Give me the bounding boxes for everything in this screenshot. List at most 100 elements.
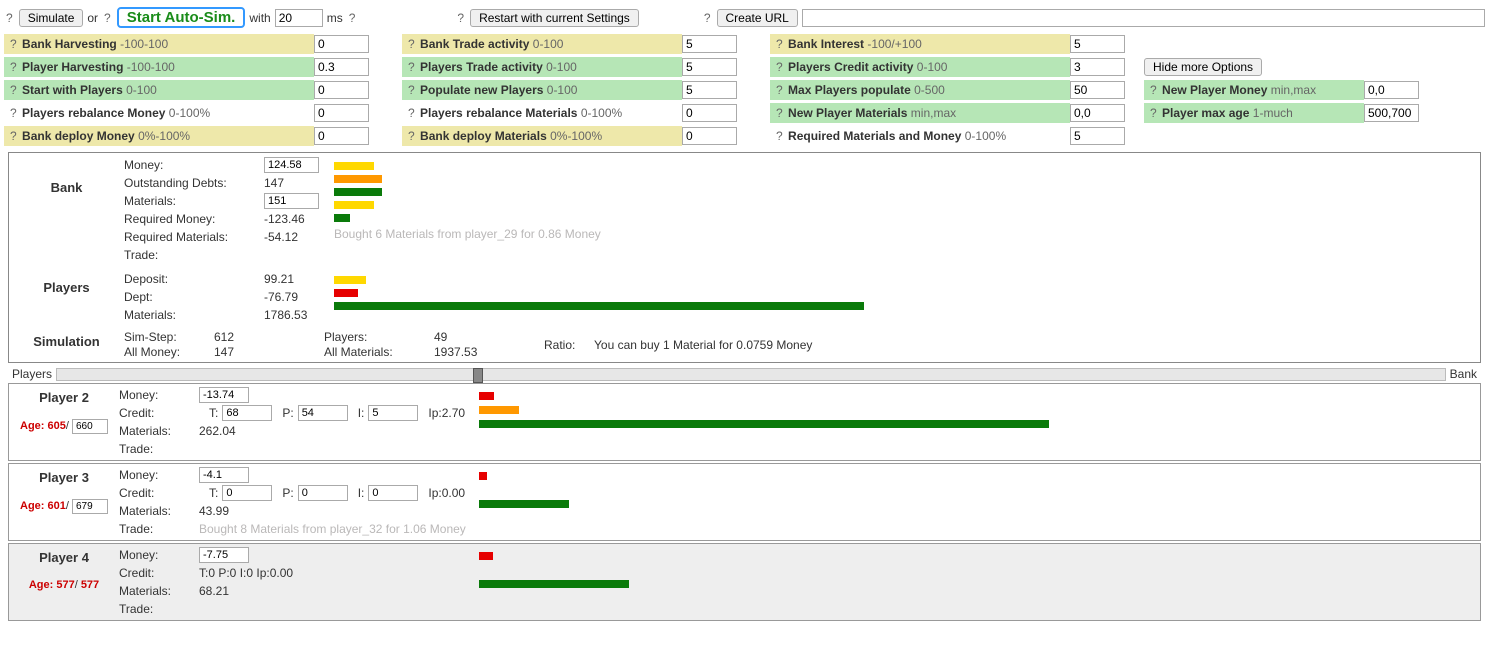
- ms-input[interactable]: [275, 9, 323, 27]
- bank-title: Bank: [9, 156, 124, 264]
- players-title: Players: [9, 270, 124, 324]
- bank-req-money-label: Required Money:: [124, 212, 264, 226]
- players-credit-label: ? Players Credit activity 0-100: [770, 57, 1070, 77]
- sim-players-label: Players:: [324, 330, 434, 344]
- player-materials-bar: [479, 500, 569, 508]
- bank-deploy-materials-input[interactable]: [682, 127, 737, 145]
- required-mat-money-label: ? Required Materials and Money 0-100%: [770, 126, 1070, 146]
- bank-money-label: Money:: [124, 158, 264, 172]
- start-players-input[interactable]: [314, 81, 369, 99]
- players-trade-input[interactable]: [682, 58, 737, 76]
- player-max-age-label: ? Player max age 1-much: [1144, 103, 1364, 123]
- bank-debts-bar: [334, 175, 382, 183]
- player-credit-label: Credit:: [119, 566, 199, 580]
- player-materials-label: Materials:: [119, 584, 199, 598]
- bank-trade-label: Trade:: [124, 248, 264, 262]
- sim-allmat-label: All Materials:: [324, 345, 434, 359]
- create-url-button[interactable]: Create URL: [717, 9, 798, 27]
- player-credit-bar: [479, 406, 519, 414]
- players-bank-slider[interactable]: [56, 368, 1446, 381]
- bank-harvesting-input[interactable]: [314, 35, 369, 53]
- bank-deploy-money-input[interactable]: [314, 127, 369, 145]
- bank-deploy-money-label: ? Bank deploy Money 0%-100%: [4, 126, 314, 146]
- player-money-bar: [479, 472, 487, 480]
- slider-thumb[interactable]: [473, 368, 483, 383]
- sim-players-value: 49: [434, 330, 504, 344]
- player-age-max-input[interactable]: [72, 499, 108, 514]
- simulate-button[interactable]: Simulate: [19, 9, 84, 27]
- player-materials-label: Materials:: [119, 504, 199, 518]
- bank-money-input[interactable]: [264, 157, 319, 173]
- player-credit-p-input[interactable]: [298, 405, 348, 421]
- rebalance-materials-label: ? Players rebalance Materials 0-100%: [402, 103, 682, 123]
- max-players-label: ? Max Players populate 0-500: [770, 80, 1070, 100]
- sim-allmoney-label: All Money:: [124, 345, 214, 359]
- player-card: Player 2Age: 605/ Money:Credit:T:P:I:Ip:…: [8, 383, 1481, 461]
- settings-grid: ? Bank Harvesting -100-100 ? Bank Trade …: [4, 34, 1485, 146]
- player-name: Player 4: [9, 550, 119, 565]
- bank-trade-message: Bought 6 Materials from player_29 for 0.…: [334, 227, 1480, 241]
- or-label: or: [87, 11, 98, 25]
- player-money-label: Money:: [119, 548, 199, 562]
- sim-ratio-value: You can buy 1 Material for 0.0759 Money: [594, 338, 1480, 352]
- player-credit-i-input[interactable]: [368, 485, 418, 501]
- bank-trade-label: ? Bank Trade activity 0-100: [402, 34, 682, 54]
- populate-input[interactable]: [682, 81, 737, 99]
- help-icon[interactable]: ?: [702, 11, 713, 25]
- player-credit-i-input[interactable]: [368, 405, 418, 421]
- max-players-input[interactable]: [1070, 81, 1125, 99]
- restart-button[interactable]: Restart with current Settings: [470, 9, 639, 27]
- required-mat-money-input[interactable]: [1070, 127, 1125, 145]
- player-money-bar: [479, 392, 494, 400]
- slider-players-label: Players: [8, 367, 56, 381]
- player-money-input[interactable]: [199, 387, 249, 403]
- help-icon[interactable]: ?: [102, 11, 113, 25]
- url-input[interactable]: [802, 9, 1485, 27]
- bank-req-mat-label: Required Materials:: [124, 230, 264, 244]
- player-materials-value: 262.04: [199, 424, 236, 438]
- help-icon[interactable]: ?: [347, 11, 358, 25]
- players-credit-input[interactable]: [1070, 58, 1125, 76]
- players-trade-label: ? Players Trade activity 0-100: [402, 57, 682, 77]
- bank-trade-input[interactable]: [682, 35, 737, 53]
- player-credit-t-input[interactable]: [222, 485, 272, 501]
- player-money-input[interactable]: [199, 547, 249, 563]
- player-money-label: Money:: [119, 388, 199, 402]
- player-name: Player 3: [9, 470, 119, 485]
- players-dept-value: -76.79: [264, 290, 298, 304]
- bank-interest-input[interactable]: [1070, 35, 1125, 53]
- player-materials-value: 43.99: [199, 504, 229, 518]
- player-trade-label: Trade:: [119, 442, 199, 456]
- player-age-max-input[interactable]: [72, 419, 108, 434]
- player-credit-t-input[interactable]: [222, 405, 272, 421]
- player-credit-value: T:0 P:0 I:0 Ip:0.00: [199, 566, 293, 580]
- player-materials-label: Materials:: [119, 424, 199, 438]
- sim-allmat-value: 1937.53: [434, 345, 504, 359]
- player-max-age-input[interactable]: [1364, 104, 1419, 122]
- bank-materials-input[interactable]: [264, 193, 319, 209]
- help-icon[interactable]: ?: [4, 11, 15, 25]
- bank-reqmat-bar: [334, 214, 350, 222]
- sim-step-value: 612: [214, 330, 284, 344]
- player-credit-p-input[interactable]: [298, 485, 348, 501]
- player-materials-value: 68.21: [199, 584, 229, 598]
- player-money-label: Money:: [119, 468, 199, 482]
- rebalance-money-label: ? Players rebalance Money 0-100%: [4, 103, 314, 123]
- player-trade-message: Bought 8 Materials from player_32 for 1.…: [199, 522, 466, 536]
- players-materials-bar: [334, 302, 864, 310]
- bank-debts-label: Outstanding Debts:: [124, 176, 264, 190]
- player-trade-label: Trade:: [119, 602, 199, 616]
- rebalance-money-input[interactable]: [314, 104, 369, 122]
- player-harvesting-input[interactable]: [314, 58, 369, 76]
- players-deposit-label: Deposit:: [124, 272, 264, 286]
- hide-more-options-button[interactable]: Hide more Options: [1144, 58, 1262, 76]
- start-auto-sim-button[interactable]: Start Auto-Sim.: [117, 7, 246, 28]
- new-player-materials-input[interactable]: [1070, 104, 1125, 122]
- player-card: Player 3Age: 601/ Money:Credit:T:P:I:Ip:…: [8, 463, 1481, 541]
- rebalance-materials-input[interactable]: [682, 104, 737, 122]
- bank-harvesting-label: ? Bank Harvesting -100-100: [4, 34, 314, 54]
- player-money-input[interactable]: [199, 467, 249, 483]
- new-player-money-input[interactable]: [1364, 81, 1419, 99]
- help-icon[interactable]: ?: [455, 11, 466, 25]
- bank-materials-label: Materials:: [124, 194, 264, 208]
